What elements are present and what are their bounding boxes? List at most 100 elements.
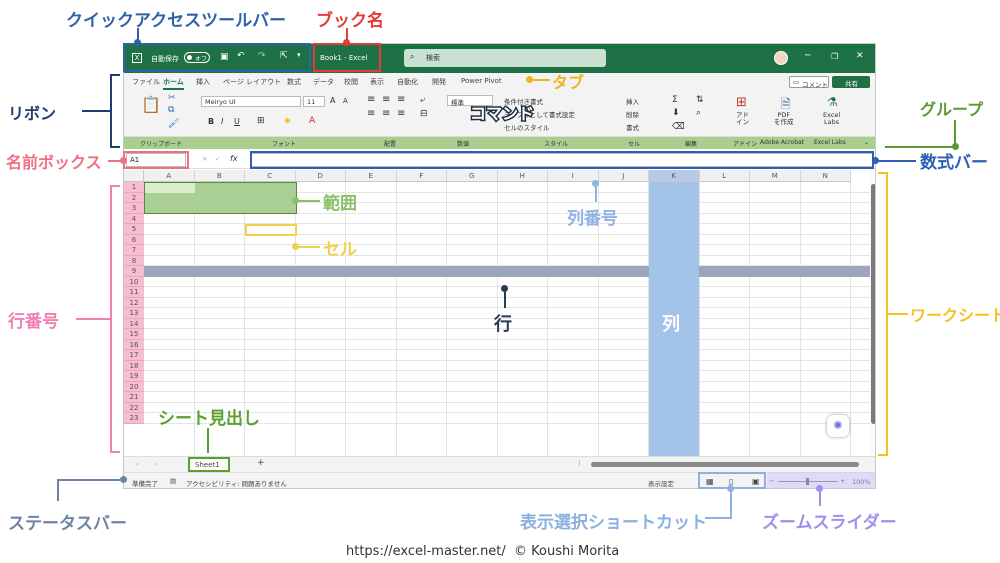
- minimize-icon[interactable]: ─: [805, 52, 810, 61]
- restore-icon[interactable]: ❐: [831, 53, 838, 61]
- row-header-14[interactable]: 14: [124, 318, 144, 329]
- italic-icon[interactable]: I: [221, 117, 223, 126]
- add-sheet-icon[interactable]: +: [257, 458, 265, 468]
- row-header-19[interactable]: 19: [124, 371, 144, 382]
- fill-icon[interactable]: ⬇: [672, 108, 680, 118]
- sheet-tab[interactable]: Sheet1: [188, 457, 230, 472]
- row-header-10[interactable]: 10: [124, 276, 144, 287]
- font-color-icon[interactable]: A: [309, 116, 315, 126]
- column-header-i[interactable]: I: [548, 170, 599, 182]
- tab-review[interactable]: 校閲: [344, 77, 358, 87]
- row-header-2[interactable]: 2: [124, 192, 144, 203]
- prev-sheet-icon[interactable]: ‹: [136, 460, 139, 468]
- collapse-ribbon-icon[interactable]: ⌄: [864, 139, 869, 146]
- cut-icon[interactable]: ✂: [168, 93, 176, 103]
- tab-view[interactable]: 表示: [370, 77, 384, 87]
- insert-function-icon[interactable]: fx: [230, 154, 238, 163]
- tab-power-pivot[interactable]: Power Pivot: [461, 77, 502, 85]
- row-header-8[interactable]: 8: [124, 255, 144, 266]
- border-icon[interactable]: ⊞: [257, 116, 265, 126]
- column-header-a[interactable]: A: [144, 170, 195, 182]
- sort-filter-icon[interactable]: ⇅: [696, 95, 704, 105]
- row-header-1[interactable]: 1: [124, 182, 144, 193]
- tab-file[interactable]: ファイル: [132, 77, 160, 87]
- accessibility-status[interactable]: アクセシビリティ: 問題ありません: [186, 478, 287, 488]
- increase-font-icon[interactable]: A: [330, 96, 335, 105]
- format-cells-button[interactable]: 書式: [626, 122, 639, 132]
- column-header-l[interactable]: L: [699, 170, 750, 182]
- row-header-6[interactable]: 6: [124, 234, 144, 245]
- search-box[interactable]: ⌕ 検索: [404, 49, 606, 67]
- column-header-g[interactable]: G: [447, 170, 498, 182]
- copy-icon[interactable]: ⧉: [168, 105, 174, 115]
- row-header-7[interactable]: 7: [124, 245, 144, 256]
- close-icon[interactable]: ✕: [856, 52, 864, 61]
- column-header-m[interactable]: M: [750, 170, 801, 182]
- column-header-f[interactable]: F: [396, 170, 447, 182]
- selected-range[interactable]: [144, 182, 297, 214]
- row-header-17[interactable]: 17: [124, 350, 144, 361]
- tab-insert[interactable]: 挿入: [196, 77, 210, 87]
- insert-cells-button[interactable]: 挿入: [626, 96, 639, 106]
- copilot-icon[interactable]: ✺: [827, 415, 849, 437]
- row-header-15[interactable]: 15: [124, 329, 144, 340]
- align-bottom-icon[interactable]: ≡: [397, 94, 405, 105]
- vertical-scrollbar[interactable]: [870, 170, 875, 456]
- paste-icon[interactable]: 📋: [141, 95, 161, 114]
- row-header-12[interactable]: 12: [124, 297, 144, 308]
- row-header-23[interactable]: 23: [124, 413, 144, 424]
- cancel-icon[interactable]: ✕: [202, 155, 207, 163]
- row-header-18[interactable]: 18: [124, 360, 144, 371]
- merge-center-icon[interactable]: ⊟: [420, 109, 428, 119]
- horizontal-scrollbar[interactable]: [591, 462, 859, 467]
- align-center-icon[interactable]: ≡: [382, 108, 390, 119]
- tab-page-layout[interactable]: ページ レイアウト: [223, 77, 281, 87]
- vertical-scroll-thumb[interactable]: [871, 184, 875, 424]
- column-header-h[interactable]: H: [497, 170, 548, 182]
- tab-formulas[interactable]: 数式: [287, 77, 301, 87]
- excel-labs-icon[interactable]: ⚗: [827, 95, 838, 109]
- share-button[interactable]: 共有: [832, 76, 870, 88]
- fill-color-icon[interactable]: ◈: [284, 116, 291, 126]
- clear-icon[interactable]: ⌫: [672, 122, 685, 132]
- column-header-c[interactable]: C: [245, 170, 296, 182]
- tab-developer[interactable]: 開発: [432, 77, 446, 87]
- decrease-font-icon[interactable]: A: [343, 97, 348, 105]
- bold-icon[interactable]: B: [208, 117, 214, 126]
- column-header-k[interactable]: K: [649, 170, 700, 182]
- font-size-select[interactable]: 11: [303, 96, 325, 107]
- comment-button[interactable]: ▭ コメント: [789, 76, 829, 89]
- select-all-corner[interactable]: [124, 170, 144, 182]
- underline-icon[interactable]: U: [234, 117, 240, 126]
- find-icon[interactable]: ⌕: [696, 108, 701, 118]
- tab-splitter-icon[interactable]: ⋮: [576, 459, 583, 467]
- column-header-j[interactable]: J: [598, 170, 649, 182]
- row-header-11[interactable]: 11: [124, 287, 144, 298]
- align-top-icon[interactable]: ≡: [367, 94, 375, 105]
- align-right-icon[interactable]: ≡: [397, 108, 405, 119]
- column-header-b[interactable]: B: [194, 170, 245, 182]
- column-header-n[interactable]: N: [800, 170, 851, 182]
- delete-cells-button[interactable]: 削除: [626, 109, 639, 119]
- tab-automate[interactable]: 自動化: [397, 77, 418, 87]
- next-sheet-icon[interactable]: ›: [155, 460, 158, 468]
- font-name-select[interactable]: Meiryo UI: [201, 96, 301, 107]
- enter-icon[interactable]: ✓: [215, 155, 220, 163]
- column-header-e[interactable]: E: [346, 170, 397, 182]
- row-header-21[interactable]: 21: [124, 392, 144, 403]
- addin-icon[interactable]: ⊞: [736, 95, 747, 110]
- macro-record-icon[interactable]: ▤: [170, 477, 176, 485]
- tab-home[interactable]: ホーム: [163, 77, 184, 90]
- row-header-16[interactable]: 16: [124, 339, 144, 350]
- row-header-9[interactable]: 9: [124, 266, 144, 277]
- autosum-icon[interactable]: Σ: [672, 95, 678, 105]
- row-header-22[interactable]: 22: [124, 402, 144, 413]
- example-cell[interactable]: [245, 224, 297, 236]
- column-header-d[interactable]: D: [295, 170, 346, 182]
- display-settings[interactable]: 表示設定: [648, 478, 674, 488]
- row-header-3[interactable]: 3: [124, 203, 144, 214]
- avatar[interactable]: [774, 51, 788, 65]
- tab-data[interactable]: データ: [313, 77, 334, 87]
- align-left-icon[interactable]: ≡: [367, 108, 375, 119]
- active-cell-a1[interactable]: [145, 183, 195, 193]
